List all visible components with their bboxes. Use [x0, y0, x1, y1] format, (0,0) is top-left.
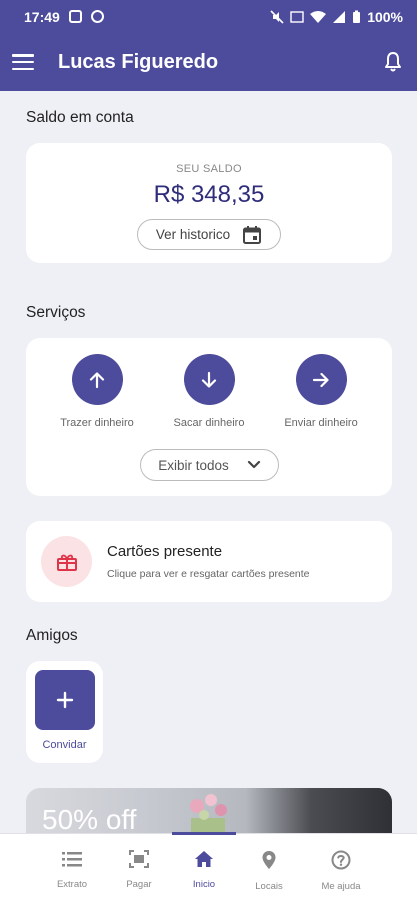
- menu-icon[interactable]: [12, 54, 34, 70]
- chevron-down-icon: [247, 460, 260, 469]
- nav-label: Extrato: [56, 879, 88, 890]
- history-button[interactable]: Ver historico: [137, 219, 281, 250]
- flowers-image: [190, 794, 227, 838]
- balance-value: R$ 348,35: [153, 181, 265, 208]
- nav-item-inicio[interactable]: Inicio: [169, 850, 239, 890]
- services-section-title: Serviços: [26, 304, 86, 321]
- help-icon: [331, 850, 351, 870]
- battery-icon: [353, 10, 361, 23]
- nav-item-help[interactable]: Me ajuda: [306, 850, 376, 892]
- arrow-right-icon: [312, 372, 329, 387]
- bell-icon[interactable]: [381, 50, 405, 74]
- service-label: Trazer dinheiro: [60, 417, 134, 429]
- nav-label: Pagar: [126, 879, 152, 890]
- plus-icon: [56, 691, 73, 709]
- lte-icon: [290, 10, 304, 23]
- user-name-title: Lucas Figueredo: [58, 50, 219, 73]
- promo-text: 50% off: [42, 804, 137, 835]
- history-button-label: Ver historico: [155, 227, 231, 242]
- nav-label: Locais: [255, 881, 283, 892]
- service-label: Sacar dinheiro: [173, 417, 245, 429]
- invite-button[interactable]: [34, 670, 95, 730]
- arrow-down-icon: [201, 371, 217, 388]
- bottom-navigation: Extrato Pagar Inicio Locais Me ajuda: [0, 832, 417, 900]
- promo-banner[interactable]: 50% off: [26, 788, 392, 838]
- balance-label: SEU SALDO: [176, 163, 242, 175]
- nav-item-locais[interactable]: Locais: [234, 850, 304, 892]
- gift-cards-title: Cartões presente: [107, 543, 223, 560]
- invite-friend-card[interactable]: Convidar: [26, 661, 103, 763]
- nav-label: Inicio: [192, 879, 216, 890]
- mute-icon: [270, 9, 284, 24]
- status-bar: 17:49 100%: [0, 0, 417, 33]
- gift-cards-subtitle: Clique para ver e resgatar cartões prese…: [107, 568, 310, 580]
- calendar-icon: [243, 225, 262, 244]
- gift-icon-circle: [41, 536, 92, 587]
- gift-icon: [56, 554, 77, 571]
- list-icon: [62, 852, 82, 867]
- nav-item-extrato[interactable]: Extrato: [37, 850, 107, 890]
- status-time: 17:49: [24, 8, 60, 25]
- app-bar: Lucas Figueredo: [0, 33, 417, 91]
- active-tab-indicator: [172, 832, 236, 835]
- service-label: Enviar dinheiro: [284, 417, 358, 429]
- battery-level: 100%: [367, 8, 403, 25]
- friends-section-title: Amigos: [26, 627, 78, 644]
- location-pin-icon: [262, 851, 276, 869]
- gift-cards-card[interactable]: Cartões presente Clique para ver e resga…: [26, 521, 392, 602]
- services-card: Trazer dinheiro Sacar dinheiro Enviar di…: [26, 338, 392, 496]
- service-bring-money[interactable]: Trazer dinheiro: [37, 354, 157, 429]
- wifi-icon: [310, 10, 327, 23]
- nav-item-pagar[interactable]: Pagar: [104, 850, 174, 890]
- home-icon: [195, 851, 213, 867]
- invite-label: Convidar: [42, 739, 87, 751]
- signal-icon: [333, 10, 346, 23]
- show-all-button[interactable]: Exibir todos: [140, 449, 279, 481]
- nav-label: Me ajuda: [321, 881, 361, 892]
- app-notification-icon: [68, 10, 82, 23]
- balance-section-title: Saldo em conta: [26, 109, 134, 126]
- balance-card: SEU SALDO R$ 348,35 Ver historico: [26, 143, 392, 263]
- scan-icon: [129, 850, 149, 868]
- data-saver-icon: [90, 10, 104, 23]
- service-send-money[interactable]: Enviar dinheiro: [261, 354, 381, 429]
- show-all-label: Exibir todos: [158, 457, 229, 473]
- service-withdraw-money[interactable]: Sacar dinheiro: [149, 354, 269, 429]
- arrow-up-icon: [89, 371, 105, 388]
